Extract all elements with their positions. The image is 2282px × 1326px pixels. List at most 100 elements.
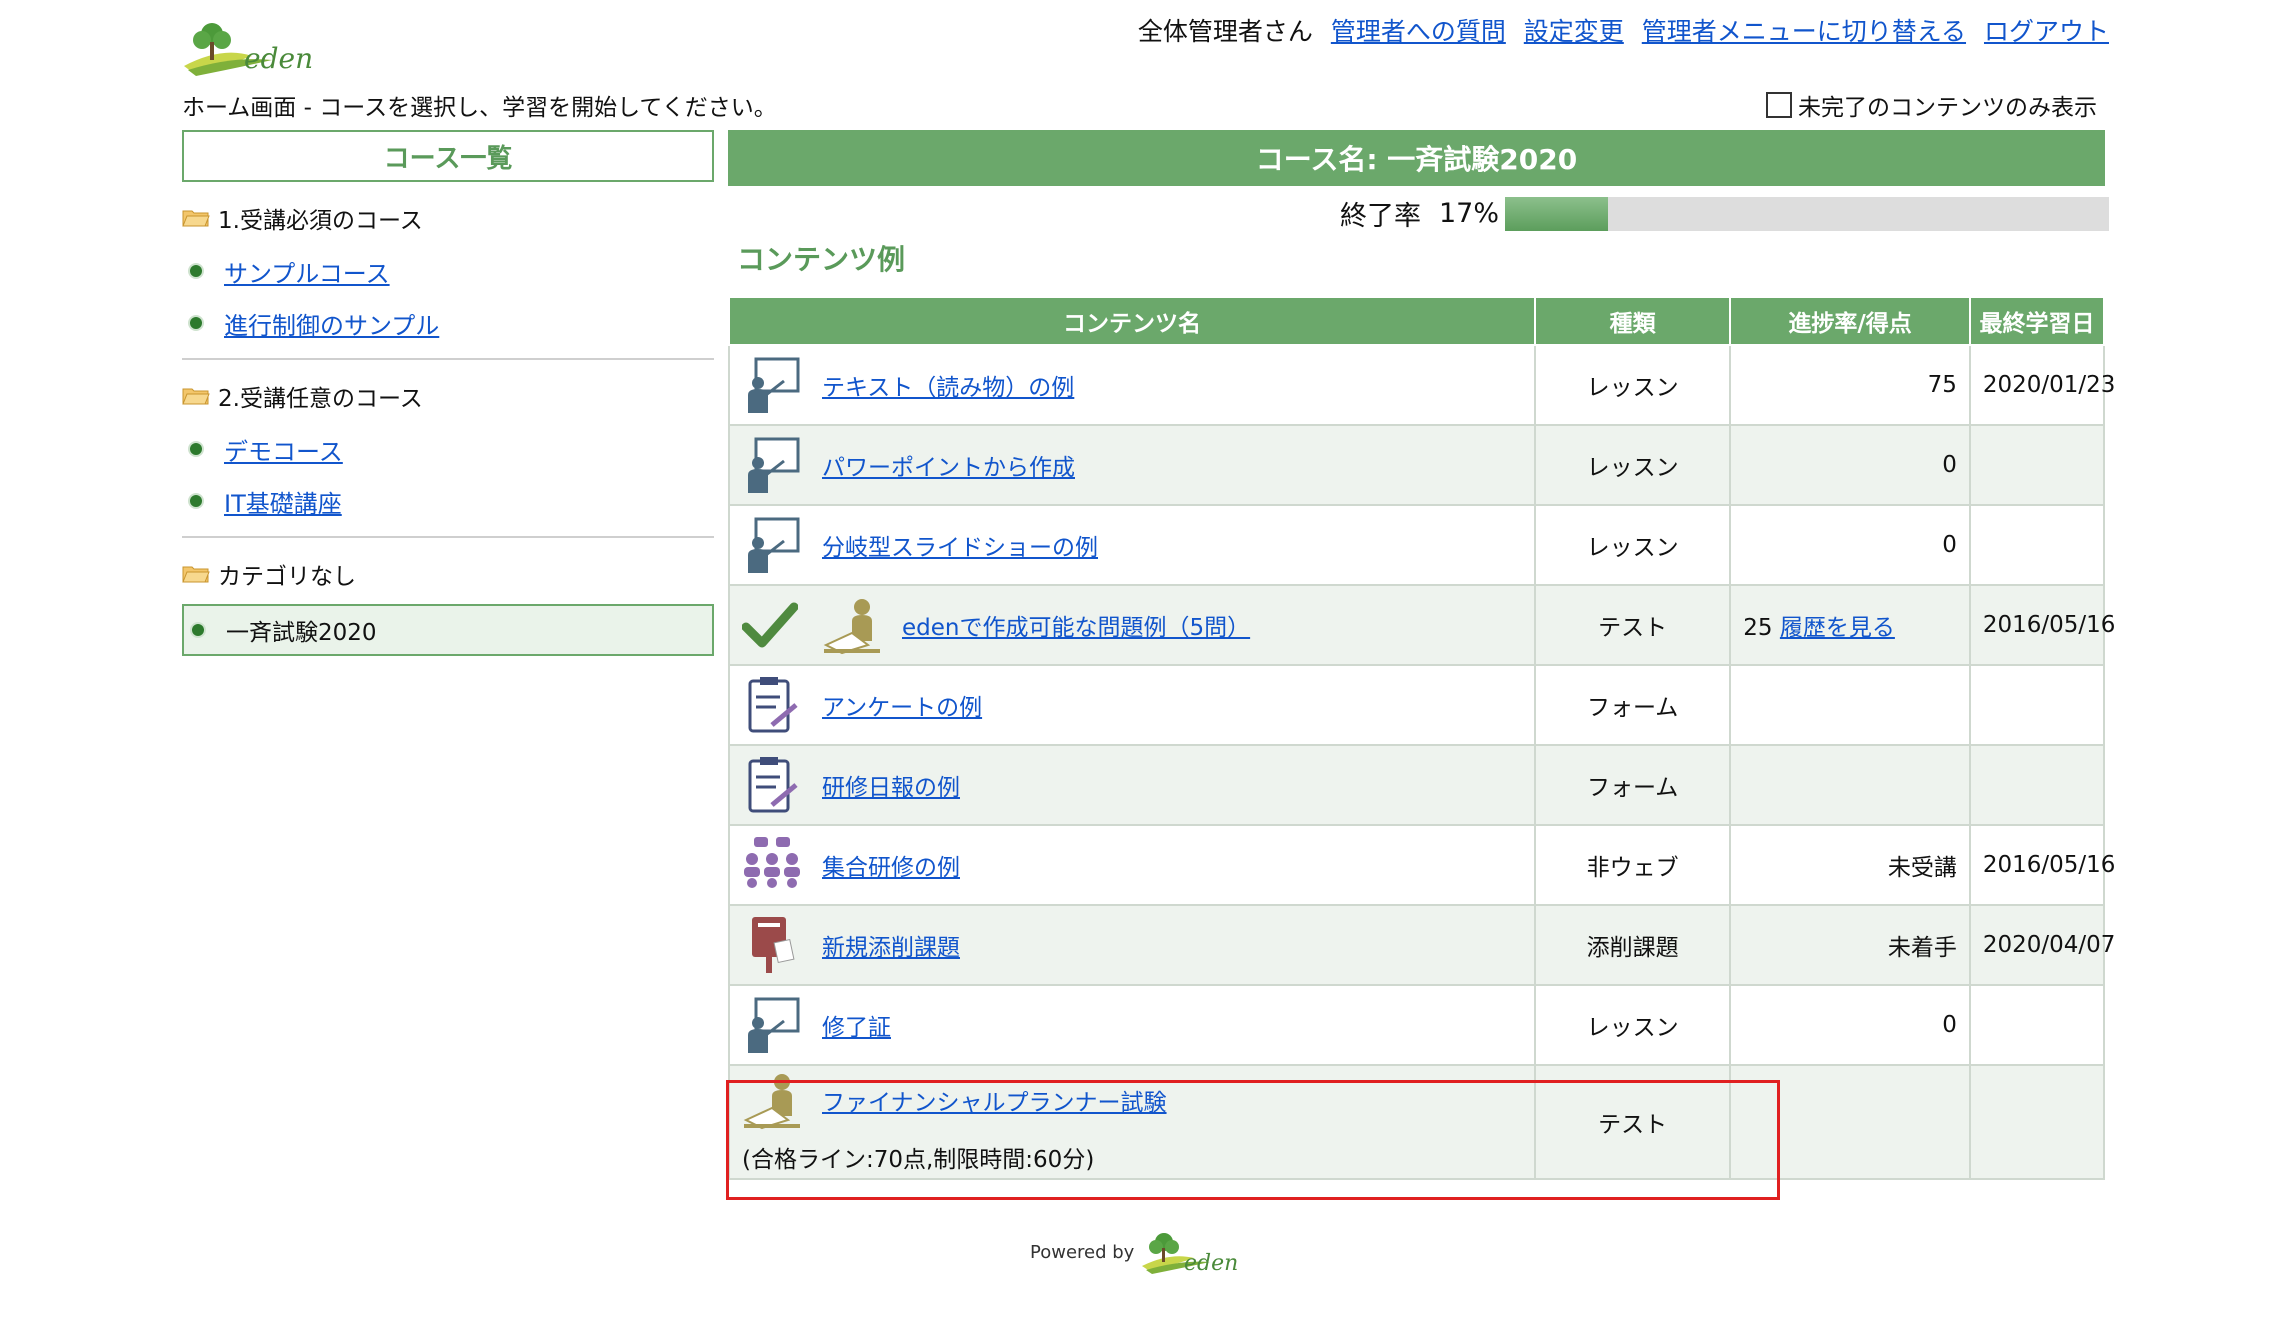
content-link[interactable]: 分岐型スライドショーの例 xyxy=(822,528,1098,562)
content-progress: 未着手 xyxy=(1729,904,1971,986)
col-last-date: 最終学習日 xyxy=(1968,296,2106,346)
col-content-name: コンテンツ名 xyxy=(728,296,1536,346)
folder-open-icon xyxy=(182,388,210,405)
content-type: レッスン xyxy=(1533,344,1732,426)
table-row: ファイナンシャルプランナー試験 (合格ライン:70点,制限時間:60分) テスト xyxy=(728,1064,2106,1180)
progress-percent: 17% xyxy=(1439,198,1500,229)
table-row: edenで作成可能な問題例（5問） テスト 25 履歴を見る 2016/05/1… xyxy=(728,584,2115,666)
content-progress xyxy=(1729,664,1971,746)
content-link[interactable]: ファイナンシャルプランナー試験 xyxy=(822,1083,1167,1117)
content-date: 2020/01/23 xyxy=(1968,344,2115,426)
progress-bar xyxy=(1505,196,2110,231)
content-progress-cell: 25 履歴を見る xyxy=(1729,584,1971,666)
eden-footer-logo: eden xyxy=(1142,1233,1239,1276)
sidebar-item-label[interactable]: サンプルコース xyxy=(224,254,390,289)
bullet-icon xyxy=(192,624,204,636)
sidebar-item-label[interactable]: IT基礎講座 xyxy=(224,484,342,519)
content-type: レッスン xyxy=(1533,504,1732,586)
sidebar-item-label[interactable]: 進行制御のサンプル xyxy=(224,306,439,341)
course-title: コース名: 一斉試験2020 xyxy=(728,130,2105,186)
category-uncategorized: カテゴリなし xyxy=(182,558,714,590)
content-date xyxy=(1968,1064,2106,1180)
sidebar-item-progress-control-sample[interactable]: 進行制御のサンプル xyxy=(182,306,714,340)
page-subtitle: ホーム画面 - コースを選択し、学習を開始してください。 xyxy=(182,95,777,121)
completion-progress: 終了率 17% xyxy=(1340,194,2110,233)
bullet-icon xyxy=(190,317,202,329)
content-progress xyxy=(1729,1064,1971,1180)
content-progress: 0 xyxy=(1729,504,1971,586)
divider xyxy=(182,358,714,360)
incomplete-filter[interactable]: 未完了のコンテンツのみ表示 xyxy=(1766,88,2097,122)
table-row: アンケートの例 フォーム xyxy=(728,664,2106,746)
incomplete-filter-checkbox[interactable] xyxy=(1766,92,1792,118)
admin-question-link[interactable]: 管理者への質問 xyxy=(1331,17,1506,46)
table-row: パワーポイントから作成 レッスン 0 xyxy=(728,424,2106,506)
sidebar-item-label[interactable]: デモコース xyxy=(224,432,343,467)
sidebar-item-it-basics[interactable]: IT基礎講座 xyxy=(182,484,714,518)
settings-link[interactable]: 設定変更 xyxy=(1524,17,1624,46)
content-link[interactable]: edenで作成可能な問題例（5問） xyxy=(902,608,1250,642)
svg-text:eden: eden xyxy=(244,42,313,75)
content-date: 2020/04/07 xyxy=(1968,904,2115,986)
content-type: テスト xyxy=(1533,584,1732,666)
content-link[interactable]: アンケートの例 xyxy=(822,688,982,722)
sidebar-item-sample-course[interactable]: サンプルコース xyxy=(182,254,714,288)
content-type: 非ウェブ xyxy=(1533,824,1732,906)
content-table: コンテンツ名 種類 進捗率/得点 最終学習日 テキスト（読み物）の例 レッスン … xyxy=(728,296,2115,1180)
category-optional: 2.受講任意のコース xyxy=(182,380,714,412)
content-date: 2016/05/16 xyxy=(1968,824,2115,906)
test-icon xyxy=(743,1074,800,1130)
content-date xyxy=(1968,424,2106,506)
sidebar-item-active-course[interactable]: 一斉試験2020 xyxy=(182,604,714,656)
content-date xyxy=(1968,504,2106,586)
bullet-icon xyxy=(190,265,202,277)
divider xyxy=(182,536,714,538)
test-icon xyxy=(823,599,880,655)
content-type: 添削課題 xyxy=(1533,904,1732,986)
sidebar: コース一覧 1.受講必須のコース サンプルコース 進行制御のサンプル 2.受講任… xyxy=(182,130,714,656)
category-label: 1.受講必須のコース xyxy=(218,208,423,234)
content-progress: 75 xyxy=(1729,344,1971,426)
sidebar-item-demo-course[interactable]: デモコース xyxy=(182,432,714,466)
sidebar-item-label: 一斉試験2020 xyxy=(226,620,377,646)
content-note: (合格ライン:70点,制限時間:60分) xyxy=(742,1147,1095,1173)
switch-admin-menu-link[interactable]: 管理者メニューに切り替える xyxy=(1642,17,1966,46)
logout-link[interactable]: ログアウト xyxy=(1984,17,2109,46)
folder-open-icon xyxy=(182,210,210,227)
form-icon xyxy=(748,677,798,733)
content-link[interactable]: テキスト（読み物）の例 xyxy=(822,368,1074,402)
content-link[interactable]: 集合研修の例 xyxy=(822,848,960,882)
history-link[interactable]: 履歴を見る xyxy=(1780,615,1895,641)
table-row: 新規添削課題 添削課題 未着手 2020/04/07 xyxy=(728,904,2115,986)
user-nav: 全体管理者さん 管理者への質問 設定変更 管理者メニューに切り替える ログアウト xyxy=(1138,12,2109,48)
content-progress: 0 xyxy=(1729,984,1971,1066)
table-row: 分岐型スライドショーの例 レッスン 0 xyxy=(728,504,2106,586)
progress-bar-fill xyxy=(1505,196,1608,231)
col-progress: 進捗率/得点 xyxy=(1729,296,1971,346)
svg-text:eden: eden xyxy=(1184,1251,1238,1276)
content-type: テスト xyxy=(1533,1064,1732,1180)
eden-logo: eden xyxy=(182,16,317,80)
course-group-uncategorized: カテゴリなし 一斉試験2020 xyxy=(182,558,714,656)
postbox-icon xyxy=(752,917,795,973)
course-group-optional: 2.受講任意のコース デモコース IT基礎講座 xyxy=(182,380,714,538)
bullet-icon xyxy=(190,443,202,455)
form-icon xyxy=(748,757,798,813)
content-type: レッスン xyxy=(1533,424,1732,506)
table-row: テキスト（読み物）の例 レッスン 75 2020/01/23 xyxy=(728,344,2115,426)
category-required: 1.受講必須のコース xyxy=(182,202,714,234)
content-link[interactable]: 修了証 xyxy=(822,1008,891,1042)
content-type: フォーム xyxy=(1533,744,1732,826)
content-progress: 25 xyxy=(1743,615,1773,641)
category-label: 2.受講任意のコース xyxy=(218,386,423,412)
content-link[interactable]: 新規添削課題 xyxy=(822,928,960,962)
content-progress xyxy=(1729,744,1971,826)
content-link[interactable]: 研修日報の例 xyxy=(822,768,960,802)
table-row: 集合研修の例 非ウェブ 未受講 2016/05/16 xyxy=(728,824,2115,906)
category-label: カテゴリなし xyxy=(218,564,356,590)
sidebar-title: コース一覧 xyxy=(182,130,714,182)
powered-by: Powered by eden xyxy=(1030,1228,1240,1276)
content-date xyxy=(1968,664,2106,746)
col-type: 種類 xyxy=(1533,296,1732,346)
content-link[interactable]: パワーポイントから作成 xyxy=(822,448,1075,482)
